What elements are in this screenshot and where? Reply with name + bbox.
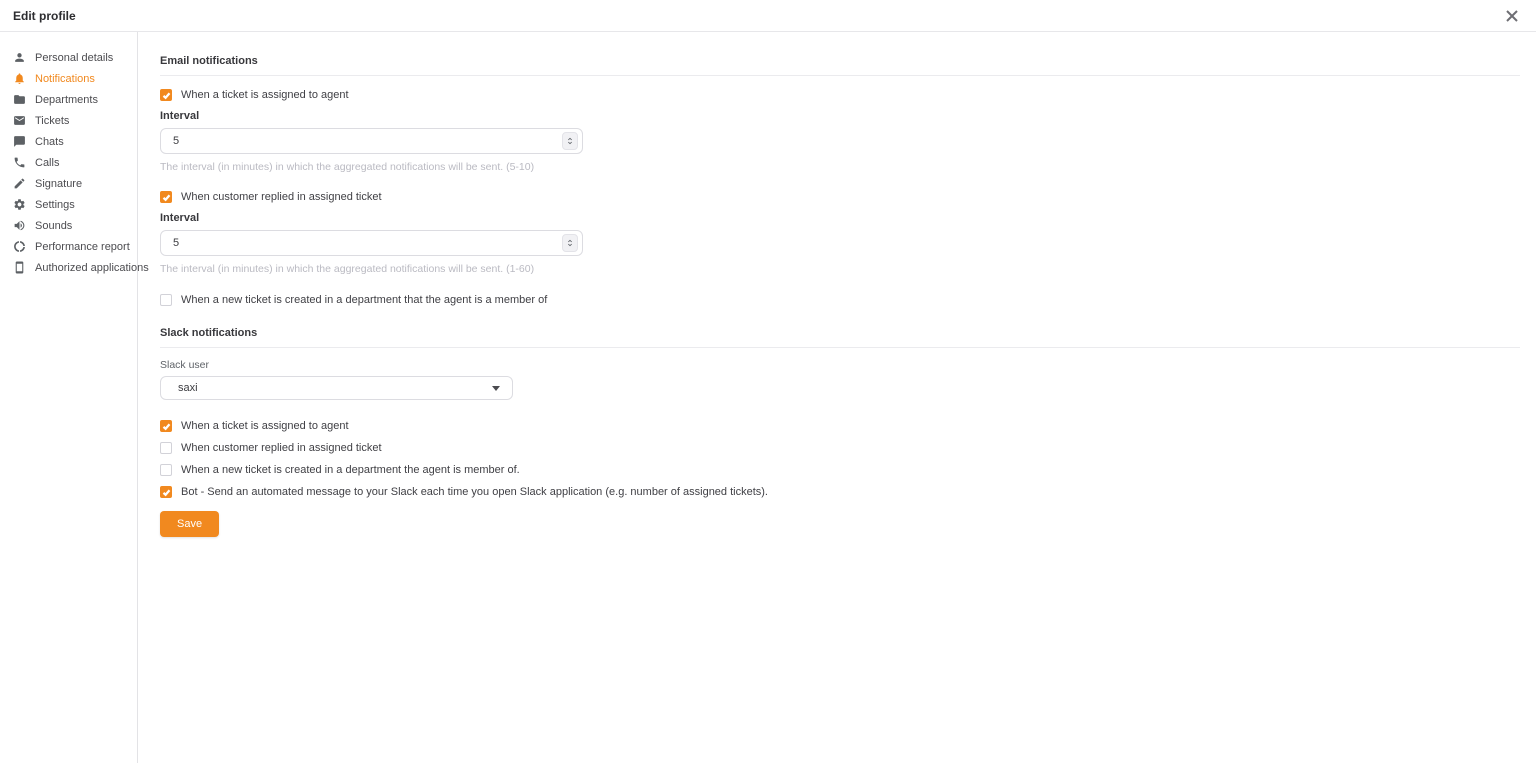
checkbox[interactable]: [160, 464, 172, 476]
sidebar-item-label: Performance report: [35, 241, 130, 253]
checkbox-label: When a ticket is assigned to agent: [181, 89, 349, 101]
sidebar-item-label: Departments: [35, 94, 98, 106]
slack-notifications-title: Slack notifications: [160, 327, 1520, 339]
email-checkbox-row-new-ticket-department[interactable]: When a new ticket is created in a depart…: [160, 294, 1520, 306]
sidebar-item-label: Personal details: [35, 52, 113, 64]
checkbox-label: Bot - Send an automated message to your …: [181, 486, 768, 498]
checkbox[interactable]: [160, 442, 172, 454]
email-checkbox-row-customer-replied[interactable]: When customer replied in assigned ticket: [160, 191, 1520, 203]
sidebar-item-label: Tickets: [35, 115, 69, 127]
stepper-icon[interactable]: [562, 132, 578, 150]
checkbox[interactable]: [160, 420, 172, 432]
slack-checkbox-row-ticket-assigned[interactable]: When a ticket is assigned to agent: [160, 420, 1520, 432]
checkbox[interactable]: [160, 89, 172, 101]
bell-icon: [13, 72, 26, 85]
main-content: Email notifications When a ticket is ass…: [138, 32, 1536, 763]
section-divider: [160, 347, 1520, 348]
stepper-icon[interactable]: [562, 234, 578, 252]
page-title: Edit profile: [13, 9, 76, 23]
checkbox-label: When customer replied in assigned ticket: [181, 191, 382, 203]
slack-checkbox-row-bot-message[interactable]: Bot - Send an automated message to your …: [160, 486, 1520, 498]
sidebar-item-chats[interactable]: Chats: [0, 131, 137, 152]
sidebar-item-signature[interactable]: Signature: [0, 173, 137, 194]
slack-user-label: Slack user: [160, 359, 1520, 371]
sidebar-item-personal-details[interactable]: Personal details: [0, 47, 137, 68]
chat-icon: [13, 135, 26, 148]
section-divider: [160, 75, 1520, 76]
sidebar-item-authorized-applications[interactable]: Authorized applications: [0, 257, 137, 278]
topbar: Edit profile: [0, 0, 1536, 32]
device-icon: [13, 261, 26, 274]
sidebar-item-label: Authorized applications: [35, 262, 149, 274]
sidebar-item-label: Chats: [35, 136, 64, 148]
pen-icon: [13, 177, 26, 190]
sidebar-item-label: Notifications: [35, 73, 95, 85]
interval-input[interactable]: [160, 128, 583, 154]
gear-icon: [13, 198, 26, 211]
checkbox-label: When customer replied in assigned ticket: [181, 442, 382, 454]
checkbox[interactable]: [160, 486, 172, 498]
save-button[interactable]: Save: [160, 511, 219, 537]
report-icon: [13, 240, 26, 253]
interval-help-text: The interval (in minutes) in which the a…: [160, 161, 1520, 173]
sidebar: Personal details Notifications Departmen…: [0, 32, 138, 763]
interval-label: Interval: [160, 110, 1520, 122]
sidebar-item-label: Signature: [35, 178, 82, 190]
sidebar-item-label: Calls: [35, 157, 59, 169]
slack-checkbox-row-customer-replied[interactable]: When customer replied in assigned ticket: [160, 442, 1520, 454]
phone-icon: [13, 156, 26, 169]
sidebar-item-tickets[interactable]: Tickets: [0, 110, 137, 131]
interval-label: Interval: [160, 212, 1520, 224]
close-icon[interactable]: [1505, 9, 1519, 23]
checkbox[interactable]: [160, 191, 172, 203]
slack-checkbox-row-new-ticket-department[interactable]: When a new ticket is created in a depart…: [160, 464, 1520, 476]
sidebar-item-departments[interactable]: Departments: [0, 89, 137, 110]
sidebar-item-label: Settings: [35, 199, 75, 211]
interval-help-text: The interval (in minutes) in which the a…: [160, 263, 1520, 275]
sidebar-item-performance-report[interactable]: Performance report: [0, 236, 137, 257]
interval-input[interactable]: [160, 230, 583, 256]
checkbox[interactable]: [160, 294, 172, 306]
speaker-icon: [13, 219, 26, 232]
chevron-down-icon: [492, 386, 500, 391]
slack-user-select[interactable]: saxi: [160, 376, 513, 400]
sidebar-item-sounds[interactable]: Sounds: [0, 215, 137, 236]
mail-icon: [13, 114, 26, 127]
person-icon: [13, 51, 26, 64]
checkbox-label: When a ticket is assigned to agent: [181, 420, 349, 432]
sidebar-item-settings[interactable]: Settings: [0, 194, 137, 215]
sidebar-item-notifications[interactable]: Notifications: [0, 68, 137, 89]
email-notifications-title: Email notifications: [160, 55, 1520, 67]
checkbox-label: When a new ticket is created in a depart…: [181, 464, 520, 476]
slack-user-selected-value: saxi: [178, 382, 198, 394]
checkbox-label: When a new ticket is created in a depart…: [181, 294, 547, 306]
sidebar-item-label: Sounds: [35, 220, 72, 232]
email-checkbox-row-ticket-assigned[interactable]: When a ticket is assigned to agent: [160, 89, 1520, 101]
sidebar-item-calls[interactable]: Calls: [0, 152, 137, 173]
folder-icon: [13, 93, 26, 106]
